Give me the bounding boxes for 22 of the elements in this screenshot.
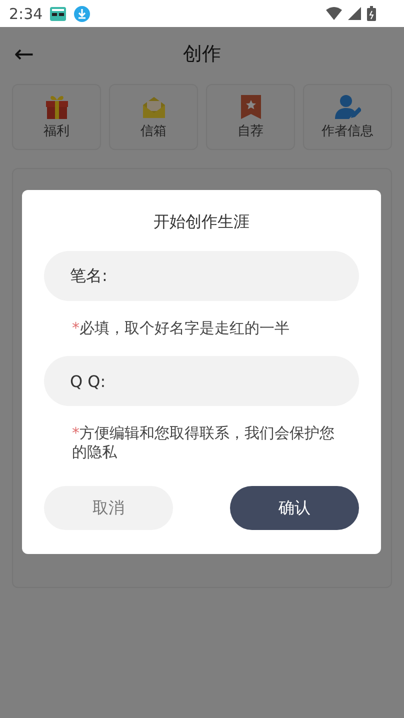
confirm-button[interactable]: 确认 <box>230 486 359 530</box>
shortcut-tile[interactable]: 作者信息 <box>303 84 392 150</box>
input-field[interactable]: 笔名: <box>44 251 359 301</box>
hint-text: *必填，取个好名字是走红的一半 <box>71 319 290 338</box>
signal-icon <box>348 7 361 20</box>
shortcut-tile[interactable]: 自荐 <box>206 84 295 150</box>
input-field[interactable]: Q Q: <box>44 356 359 406</box>
page-title: 创作 <box>183 42 221 67</box>
wifi-icon <box>326 7 342 20</box>
hint-text: *方便编辑和您取得联系，我们会保护您的隐私 <box>71 424 336 462</box>
cancel-button[interactable]: 取消 <box>44 486 173 530</box>
app-icon <box>48 6 67 22</box>
battery-icon <box>367 6 376 21</box>
shortcut-tile[interactable]: 福利 <box>12 84 101 150</box>
status-time: 2:34 <box>9 4 43 22</box>
gift-icon <box>44 94 70 120</box>
author-icon <box>334 94 360 120</box>
dialog-title: 开始创作生涯 <box>152 212 250 233</box>
back-button[interactable]: ← <box>0 40 34 68</box>
shortcut-tile[interactable]: 信箱 <box>109 84 198 150</box>
envelope-icon <box>140 94 166 120</box>
download-icon <box>72 4 91 22</box>
